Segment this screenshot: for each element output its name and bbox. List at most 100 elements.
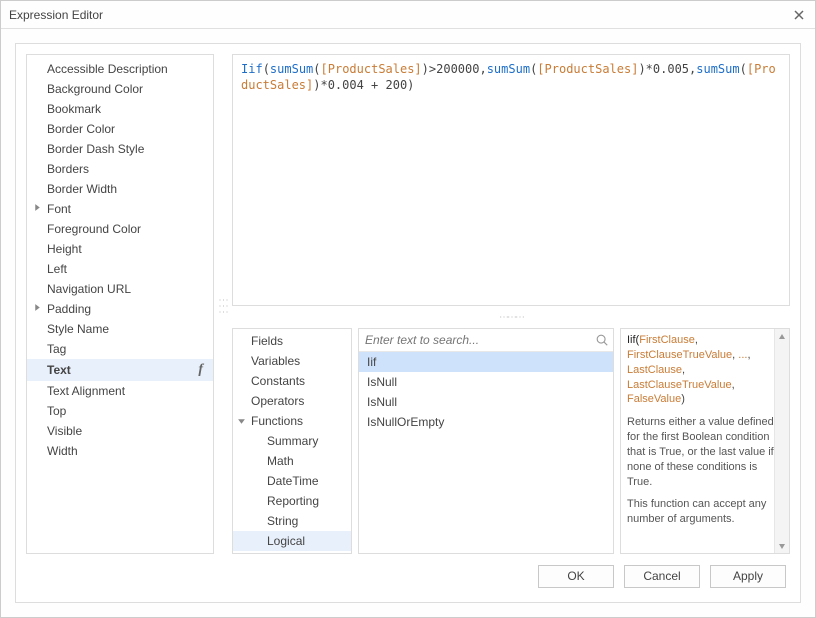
search-icon[interactable]	[595, 333, 609, 347]
category-item[interactable]: Math	[233, 451, 351, 471]
dialog-footer: OK Cancel Apply	[26, 554, 790, 592]
category-item[interactable]: DateTime	[233, 471, 351, 491]
right-column: Iif(sumSum([ProductSales])>200000,sumSum…	[232, 54, 790, 554]
titlebar: Expression Editor	[1, 1, 815, 29]
property-label: Padding	[47, 302, 91, 316]
property-label: Top	[47, 404, 66, 418]
property-item[interactable]: Borders	[27, 159, 213, 179]
cancel-button[interactable]: Cancel	[624, 565, 700, 588]
category-item[interactable]: Constants	[233, 371, 351, 391]
search-wrap	[359, 329, 613, 352]
categories-panel[interactable]: Fields Variables Constants Operators Functio…	[232, 328, 352, 554]
property-label: Width	[47, 444, 78, 458]
property-label: Text Alignment	[47, 384, 125, 398]
close-icon[interactable]	[791, 7, 807, 23]
main-area: Accessible Description Background Color Bo…	[26, 54, 790, 554]
property-label: Border Dash Style	[47, 142, 144, 156]
scrollbar[interactable]	[774, 329, 789, 553]
property-item[interactable]: Background Color	[27, 79, 213, 99]
property-label: Bookmark	[47, 102, 101, 116]
property-label: Borders	[47, 162, 89, 176]
property-label: Left	[47, 262, 67, 276]
functions-panel: IifIsNullIsNullIsNullOrEmpty	[358, 328, 614, 554]
property-item[interactable]: Accessible Description	[27, 59, 213, 79]
property-item[interactable]: Height	[27, 239, 213, 259]
category-label: Variables	[251, 354, 300, 368]
property-item[interactable]: Navigation URL	[27, 279, 213, 299]
property-item[interactable]: Border Width	[27, 179, 213, 199]
property-label: Accessible Description	[47, 62, 168, 76]
property-item[interactable]: Text f	[27, 359, 213, 381]
category-label: Summary	[267, 434, 318, 448]
ok-button[interactable]: OK	[538, 565, 614, 588]
category-label: Fields	[251, 334, 283, 348]
signature: Iif(FirstClause, FirstClauseTrueValue, .…	[627, 333, 783, 407]
property-label: Height	[47, 242, 82, 256]
property-label: Background Color	[47, 82, 143, 96]
expression-editor-textarea[interactable]: Iif(sumSum([ProductSales])>200000,sumSum…	[232, 54, 790, 306]
vertical-splitter[interactable]: ⋮⋮⋮	[220, 54, 226, 554]
property-label: Style Name	[47, 322, 109, 336]
category-label: Reporting	[267, 494, 319, 508]
category-label: Constants	[251, 374, 305, 388]
function-item[interactable]: IsNull	[359, 392, 613, 412]
property-label: Text	[47, 363, 71, 377]
window-title: Expression Editor	[9, 8, 791, 22]
category-item[interactable]: Functions	[233, 411, 351, 431]
dialog-body: Accessible Description Background Color Bo…	[1, 29, 815, 617]
property-label: Visible	[47, 424, 82, 438]
description-para-1: Returns either a value defined for the f…	[627, 415, 783, 489]
property-item[interactable]: Bookmark	[27, 99, 213, 119]
property-label: Font	[47, 202, 71, 216]
category-item[interactable]: Summary	[233, 431, 351, 451]
function-item[interactable]: IsNull	[359, 372, 613, 392]
chevron-right-icon[interactable]	[33, 203, 42, 212]
category-item[interactable]: String	[233, 511, 351, 531]
property-item[interactable]: Top	[27, 401, 213, 421]
category-item[interactable]: Logical	[233, 531, 351, 551]
chevron-right-icon[interactable]	[33, 303, 42, 312]
category-item[interactable]: Fields	[233, 331, 351, 351]
property-item[interactable]: Foreground Color	[27, 219, 213, 239]
property-item[interactable]: Width	[27, 441, 213, 461]
category-item[interactable]: Variables	[233, 351, 351, 371]
property-item[interactable]: Left	[27, 259, 213, 279]
scroll-up-icon[interactable]	[775, 329, 789, 344]
bottom-row: Fields Variables Constants Operators Functio…	[232, 328, 790, 554]
function-item[interactable]: Iif	[359, 352, 613, 372]
property-label: Tag	[47, 342, 66, 356]
property-item[interactable]: Border Dash Style	[27, 139, 213, 159]
fx-icon: f	[198, 362, 203, 378]
property-item[interactable]: Style Name	[27, 319, 213, 339]
property-item[interactable]: Font	[27, 199, 213, 219]
category-label: Functions	[251, 414, 303, 428]
chevron-down-icon[interactable]	[237, 415, 246, 429]
property-label: Navigation URL	[47, 282, 131, 296]
category-item[interactable]: Operators	[233, 391, 351, 411]
property-item[interactable]: Border Color	[27, 119, 213, 139]
property-item[interactable]: Tag	[27, 339, 213, 359]
description-panel: Iif(FirstClause, FirstClauseTrueValue, .…	[620, 328, 790, 554]
property-label: Foreground Color	[47, 222, 141, 236]
property-label: Border Color	[47, 122, 115, 136]
category-item[interactable]: Reporting	[233, 491, 351, 511]
scroll-down-icon[interactable]	[775, 538, 789, 553]
category-label: Math	[267, 454, 294, 468]
expression-editor-window: Expression Editor Accessible Description…	[0, 0, 816, 618]
function-item[interactable]: IsNullOrEmpty	[359, 412, 613, 432]
category-label: DateTime	[267, 474, 319, 488]
description-para-2: This function can accept any number of a…	[627, 497, 783, 527]
search-input[interactable]	[363, 331, 595, 349]
category-label: Operators	[251, 394, 304, 408]
property-item[interactable]: Padding	[27, 299, 213, 319]
apply-button[interactable]: Apply	[710, 565, 786, 588]
property-label: Border Width	[47, 182, 117, 196]
dialog-inner: Accessible Description Background Color Bo…	[15, 43, 801, 603]
property-item[interactable]: Visible	[27, 421, 213, 441]
horizontal-splitter[interactable]: ⋯⋯⋯	[232, 312, 790, 322]
property-item[interactable]: Text Alignment	[27, 381, 213, 401]
category-label: Logical	[267, 534, 305, 548]
functions-list[interactable]: IifIsNullIsNullIsNullOrEmpty	[359, 352, 613, 553]
category-label: String	[267, 514, 298, 528]
properties-panel[interactable]: Accessible Description Background Color Bo…	[26, 54, 214, 554]
